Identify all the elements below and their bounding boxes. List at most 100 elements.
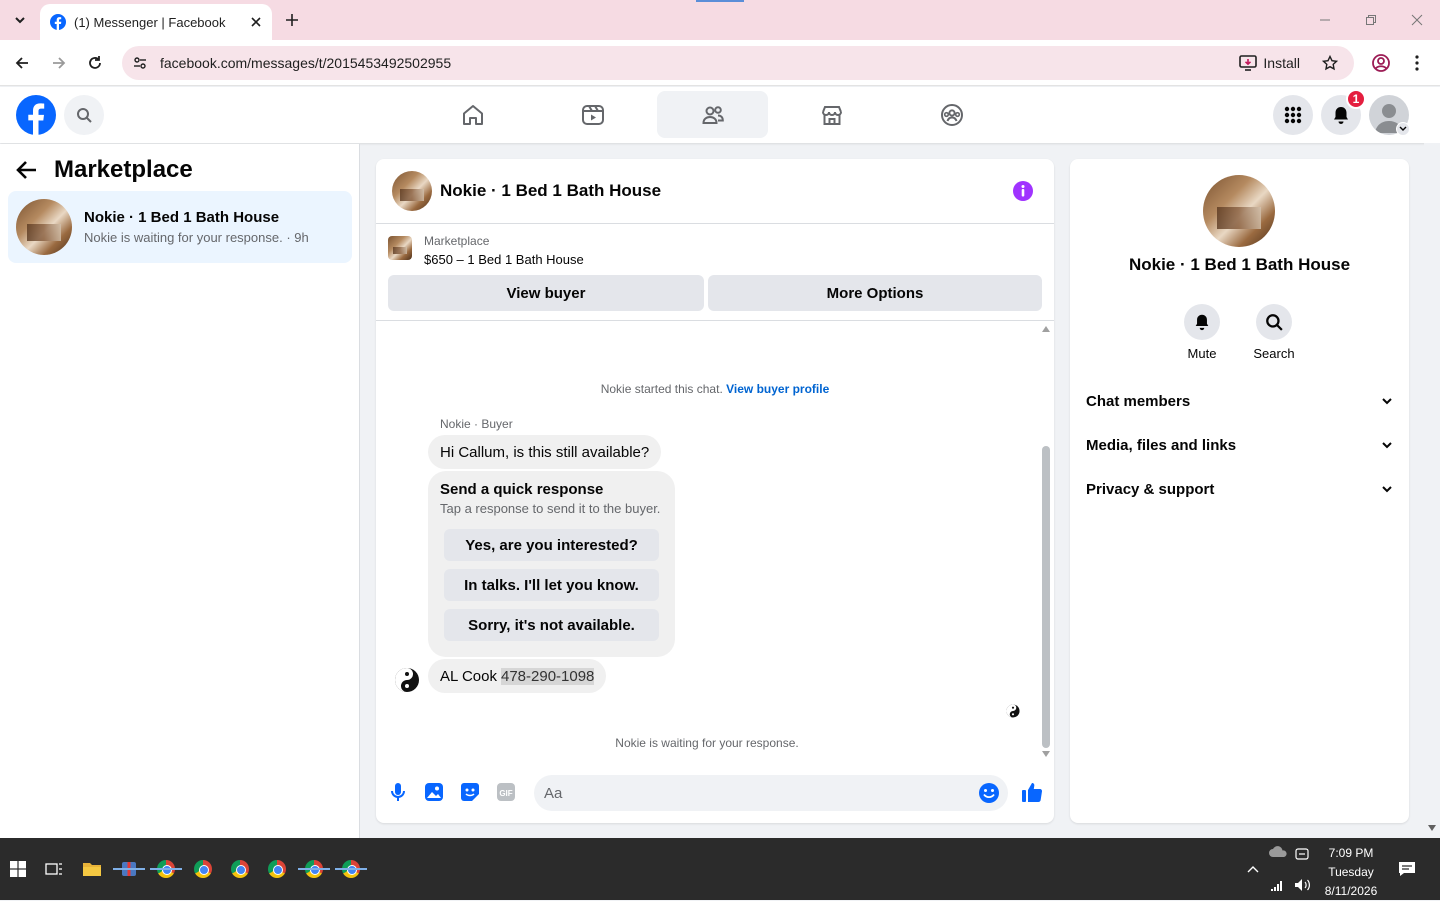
omnibox[interactable]: facebook.com/messages/t/2015453492502955… [122,46,1354,80]
menu-grid-icon[interactable] [1273,95,1313,135]
browser-menu-icon[interactable] [1403,49,1431,77]
mute-label: Mute [1187,346,1217,361]
chat-thumbnail[interactable] [392,171,432,211]
chrome-taskbar-icon[interactable] [185,838,221,900]
profile-icon[interactable] [1367,49,1395,77]
scroll-down-icon[interactable] [1042,751,1050,757]
account-chevron-icon[interactable] [1396,122,1410,136]
more-options-button[interactable]: More Options [708,275,1042,311]
notification-count-badge: 1 [1346,89,1366,109]
section-label: Chat members [1086,392,1191,410]
system-clock[interactable]: 7:09 PM Tuesday 8/11/2026 [1316,844,1386,901]
microphone-icon[interactable] [386,780,410,804]
active-indicator [150,868,182,870]
back-icon[interactable] [8,49,36,77]
nav-marketplace-tab[interactable] [776,91,887,138]
windows-start-icon[interactable] [0,838,36,900]
media-files-section[interactable]: Media, files and links [1078,425,1401,465]
minimize-icon[interactable] [1313,8,1337,32]
chat-details-panel: Nokie · 1 Bed 1 Bath House Mute Search C… [1070,159,1409,823]
nav-groups-tab[interactable] [896,91,1007,138]
tab-title: (1) Messenger | Facebook [74,14,226,30]
chrome-taskbar-icon[interactable] [222,838,258,900]
chrome-taskbar-icon[interactable] [148,838,184,900]
browser-tabbar: (1) Messenger | Facebook [0,0,1440,40]
quick-response-subtitle: Tap a response to send it to the buyer. [440,501,661,516]
url-text[interactable]: facebook.com/messages/t/2015453492502955 [160,55,1229,71]
chat-title[interactable]: Nokie · 1 Bed 1 Bath House [440,181,661,201]
nav-friends-tab[interactable] [657,91,768,138]
task-view-icon[interactable] [36,838,72,900]
chrome-taskbar-icon[interactable] [333,838,369,900]
yin-yang-avatar[interactable] [392,665,422,695]
scroll-up-icon[interactable] [1042,326,1050,332]
chat-started-text: Nokie started this chat. [600,382,723,396]
chrome-taskbar-icon[interactable] [296,838,332,900]
pinned-app-icon[interactable] [111,838,147,900]
page-scroll-down-icon[interactable] [1428,825,1436,831]
view-buyer-profile-link[interactable]: View buyer profile [726,382,829,396]
nav-video-tab[interactable] [537,91,648,138]
quick-response-option[interactable]: In talks. I'll let you know. [444,569,659,601]
new-tab-icon[interactable] [280,8,304,32]
reply-phone-selected: 478-290-1098 [500,667,595,685]
facebook-logo-icon[interactable] [16,95,56,135]
active-indicator [335,868,367,870]
meet-now-icon[interactable] [1294,846,1310,862]
onedrive-cloud-icon[interactable] [1268,846,1288,860]
waiting-notice: Nokie is waiting for your response. [615,736,799,750]
mute-action[interactable]: Mute [1172,304,1232,361]
install-app-button[interactable]: Install [1229,50,1310,76]
conversation-list-panel: Marketplace Nokie · 1 Bed 1 Bath House N… [0,144,360,838]
conversation-item[interactable]: Nokie · 1 Bed 1 Bath House Nokie is wait… [8,191,352,263]
close-tab-icon[interactable] [244,10,268,34]
sender-label: Nokie · Buyer [440,417,513,431]
listing-small-thumbnail [388,236,412,260]
privacy-support-section[interactable]: Privacy & support [1078,469,1401,509]
info-icon[interactable] [1012,180,1034,202]
chat-panel: Nokie · 1 Bed 1 Bath House Marketplace $… [376,159,1054,823]
search-label: Search [1253,346,1295,361]
close-window-icon[interactable] [1405,8,1429,32]
install-label: Install [1263,55,1300,71]
reload-icon[interactable] [81,49,109,77]
quick-response-card: Send a quick response Tap a response to … [428,471,675,657]
volume-icon[interactable] [1294,878,1312,892]
tab-search-chevron-icon[interactable] [8,8,32,32]
message-input[interactable]: Aa [534,775,1008,811]
quick-response-option[interactable]: Sorry, it's not available. [444,609,659,641]
bookmark-star-icon[interactable] [1316,49,1344,77]
file-explorer-icon[interactable] [74,838,110,900]
browser-tab[interactable]: (1) Messenger | Facebook [40,4,272,40]
section-label: Media, files and links [1086,436,1237,454]
nav-home-tab[interactable] [417,91,528,138]
view-buyer-button[interactable]: View buyer [388,275,704,311]
chat-members-section[interactable]: Chat members [1078,381,1401,421]
facebook-search-icon[interactable] [64,95,104,135]
sticker-icon[interactable] [458,780,482,804]
quick-response-option[interactable]: Yes, are you interested? [444,529,659,561]
chat-started-notice: Nokie started this chat. View buyer prof… [376,382,1054,396]
forward-icon[interactable] [45,49,73,77]
back-arrow-icon[interactable] [16,160,38,180]
search-action[interactable]: Search [1244,304,1304,361]
chat-header: Nokie · 1 Bed 1 Bath House [376,159,1054,224]
restore-icon[interactable] [1359,8,1383,32]
chat-scrollbar[interactable] [1038,324,1054,761]
active-indicator [113,868,145,870]
photo-icon[interactable] [422,780,446,804]
facebook-favicon-icon [50,14,66,30]
gif-icon[interactable]: GIF [494,780,518,804]
facebook-header [0,87,1440,143]
details-thumbnail [1203,175,1275,247]
marketplace-icon [821,105,842,125]
emoji-icon[interactable] [978,782,1000,804]
chrome-taskbar-icon[interactable] [259,838,295,900]
show-hidden-icons-icon[interactable] [1236,838,1270,900]
page-scrollbar[interactable] [1424,143,1440,838]
network-icon[interactable] [1270,878,1288,892]
thumbs-up-icon[interactable] [1020,780,1044,804]
action-center-icon[interactable] [1390,838,1424,900]
site-info-icon[interactable] [124,49,156,77]
chat-scrollbar-thumb[interactable] [1042,446,1050,748]
